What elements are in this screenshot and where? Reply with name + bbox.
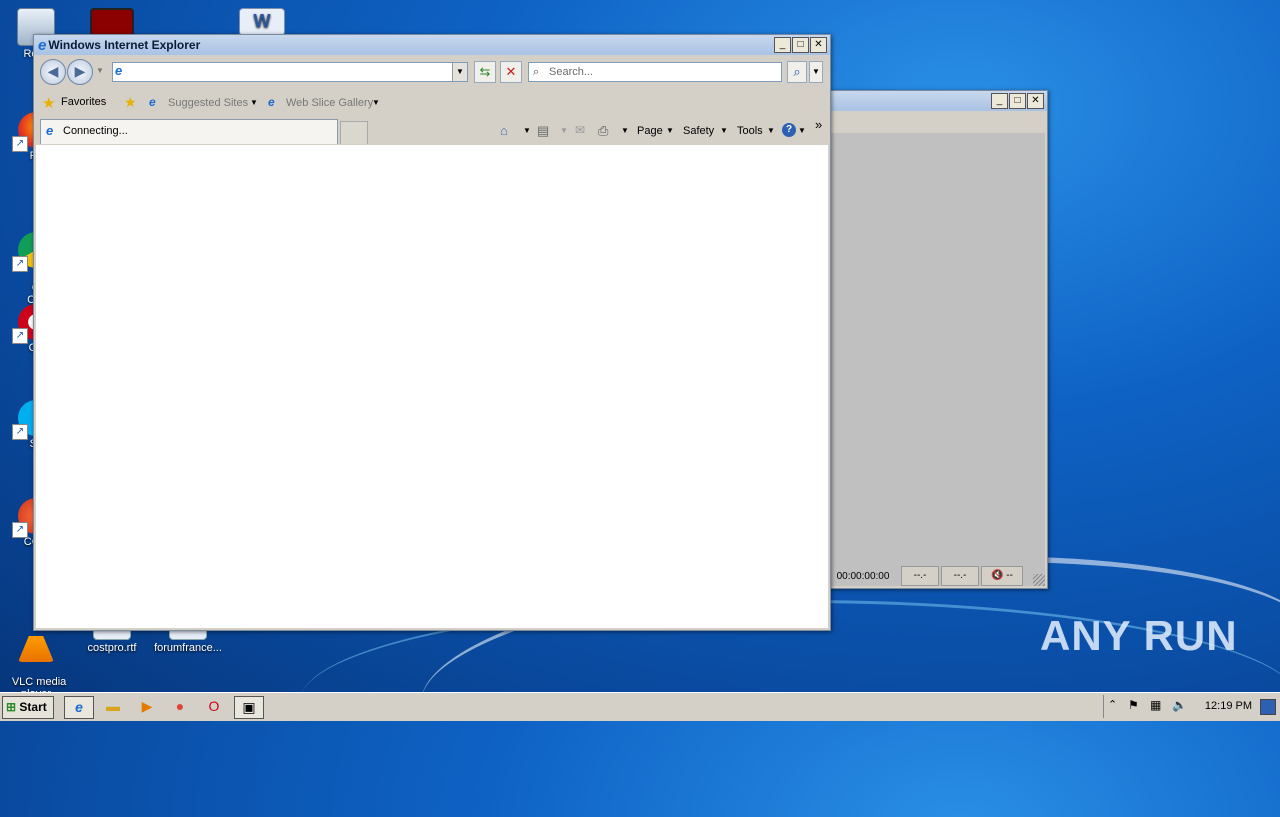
add-to-favorites-icon[interactable]: ★ (124, 94, 137, 111)
start-button[interactable]: ⊞ Start (2, 696, 54, 719)
favorites-button[interactable]: Favorites (61, 96, 106, 108)
action-center-flag-icon[interactable]: ⚑ (1128, 698, 1139, 712)
search-options-dropdown[interactable]: ▼ (809, 61, 823, 83)
tab-connecting[interactable]: e Connecting... (40, 119, 338, 144)
show-desktop-button[interactable] (1260, 699, 1276, 715)
page-menu[interactable]: Page (637, 125, 663, 137)
media-titlebar[interactable]: _ □ ✕ (829, 91, 1047, 111)
page-content[interactable] (36, 145, 828, 628)
media-time-display: 00:00:00:00 (831, 568, 895, 586)
show-hidden-icons-icon[interactable]: ⌃ (1108, 698, 1117, 711)
safety-dropdown-icon[interactable]: ▼ (720, 126, 728, 135)
ie-titlebar[interactable]: e Windows Internet Explorer _ □ ✕ (34, 35, 830, 55)
ie-page-icon: e (149, 95, 156, 109)
taskbar-explorer-button[interactable]: ▬ (99, 696, 127, 717)
search-button[interactable]: ⌕ (787, 61, 807, 83)
stop-button[interactable]: ✕ (500, 61, 522, 83)
taskbar-app-button[interactable]: ▣ (234, 696, 264, 719)
window-title: Windows Internet Explorer (48, 38, 201, 52)
desktop-icon-label: forumfrance... (154, 642, 222, 654)
shortcut-arrow-icon: ↗ (12, 136, 28, 152)
print-dropdown-icon[interactable]: ▼ (621, 126, 629, 135)
clock[interactable]: 12:19 PM (1205, 700, 1252, 712)
anyrun-watermark: ANY RUN (1040, 612, 1238, 659)
minimize-button[interactable]: _ (991, 93, 1008, 109)
feeds-icon[interactable]: ▤ (537, 123, 549, 139)
volume-icon[interactable]: 🔈 (1172, 698, 1187, 712)
search-box[interactable]: ⌕ Search... (528, 62, 782, 82)
page-dropdown-icon[interactable]: ▼ (666, 126, 674, 135)
shortcut-arrow-icon: ↗ (12, 328, 28, 344)
suggested-sites-dropdown-icon[interactable]: ▼ (250, 98, 258, 107)
windows-logo-icon: ⊞ (6, 700, 17, 714)
help-dropdown-icon[interactable]: ▼ (798, 126, 806, 135)
recent-pages-dropdown-icon[interactable]: ▼ (96, 66, 104, 75)
refresh-button[interactable]: ⇆ (474, 61, 496, 83)
taskbar: ⊞ Start e ▬ ▶ ● O ▣ ⌃ ⚑ ▦ 🔈 12:19 PM (0, 692, 1280, 721)
media-video-area (831, 133, 1045, 586)
close-button[interactable]: ✕ (1027, 93, 1044, 109)
home-dropdown-icon[interactable]: ▼ (523, 126, 531, 135)
minimize-button[interactable]: _ (774, 37, 791, 53)
feeds-dropdown-icon[interactable]: ▼ (560, 126, 568, 135)
forward-button[interactable]: ▶ (67, 59, 93, 85)
media-player-window[interactable]: _ □ ✕ 00:00:00:00 --.- --.- 🔇 -- (828, 90, 1048, 589)
search-placeholder: Search... (549, 66, 594, 78)
taskbar-media-button[interactable]: ▶ (133, 696, 161, 717)
ie-window[interactable]: e Windows Internet Explorer _ □ ✕ ◀ ▶ ▼ … (33, 34, 831, 631)
taskbar-chrome-button[interactable]: ● (166, 696, 194, 717)
network-icon[interactable]: ▦ (1150, 698, 1161, 712)
address-bar[interactable]: e ▼ (112, 62, 468, 82)
close-button[interactable]: ✕ (810, 37, 827, 53)
media-menubar (829, 113, 1047, 131)
resize-grip-icon[interactable] (1033, 574, 1045, 586)
print-icon[interactable]: ⎙ (598, 123, 608, 139)
maximize-button[interactable]: □ (792, 37, 809, 53)
safety-menu[interactable]: Safety (683, 125, 714, 137)
favorites-bar: ★ Favorites ★ e Suggested Sites ▼ e Web … (34, 87, 830, 117)
taskbar-ie-button[interactable]: e (64, 696, 94, 719)
shortcut-arrow-icon: ↗ (12, 522, 28, 538)
tools-menu[interactable]: Tools (737, 125, 763, 137)
speaker-mute-icon: 🔇 (991, 570, 1004, 581)
shortcut-arrow-icon: ↗ (12, 424, 28, 440)
taskbar-opera-button[interactable]: O (200, 696, 228, 717)
new-tab-button[interactable] (340, 121, 368, 144)
address-input[interactable] (133, 64, 443, 78)
word-icon: W (239, 8, 285, 36)
tools-dropdown-icon[interactable]: ▼ (767, 126, 775, 135)
web-slice-dropdown-icon[interactable]: ▼ (372, 98, 380, 107)
media-volume-label: -- (1006, 570, 1013, 581)
desktop-icon-label: costpro.rtf (87, 642, 137, 654)
page-icon: e (115, 63, 123, 78)
address-dropdown-icon[interactable]: ▼ (452, 63, 467, 81)
search-magnifier-icon: ⌕ (533, 66, 540, 78)
home-icon[interactable]: ⌂ (500, 123, 508, 138)
toolbar-overflow-icon[interactable]: » (815, 117, 822, 132)
ie-tab-icon: e (46, 123, 54, 138)
ie-page-icon: e (268, 95, 275, 109)
favorites-star-icon: ★ (42, 95, 56, 112)
maximize-button[interactable]: □ (1009, 93, 1026, 109)
suggested-sites-link[interactable]: Suggested Sites (168, 97, 248, 109)
tab-label: Connecting... (63, 125, 128, 137)
media-field-1: --.- (901, 566, 939, 586)
media-volume[interactable]: 🔇 -- (981, 566, 1023, 586)
ie-logo-icon: e (38, 36, 47, 54)
vlc-icon (18, 636, 54, 662)
start-label: Start (19, 700, 47, 714)
shortcut-arrow-icon: ↗ (12, 256, 28, 272)
system-tray: ⌃ ⚑ ▦ 🔈 12:19 PM (1103, 695, 1280, 718)
web-slice-gallery-link[interactable]: Web Slice Gallery (286, 97, 373, 109)
help-icon[interactable]: ? (782, 123, 796, 137)
read-mail-icon[interactable]: ✉ (575, 123, 585, 137)
media-field-2: --.- (941, 566, 979, 586)
back-button[interactable]: ◀ (40, 59, 66, 85)
